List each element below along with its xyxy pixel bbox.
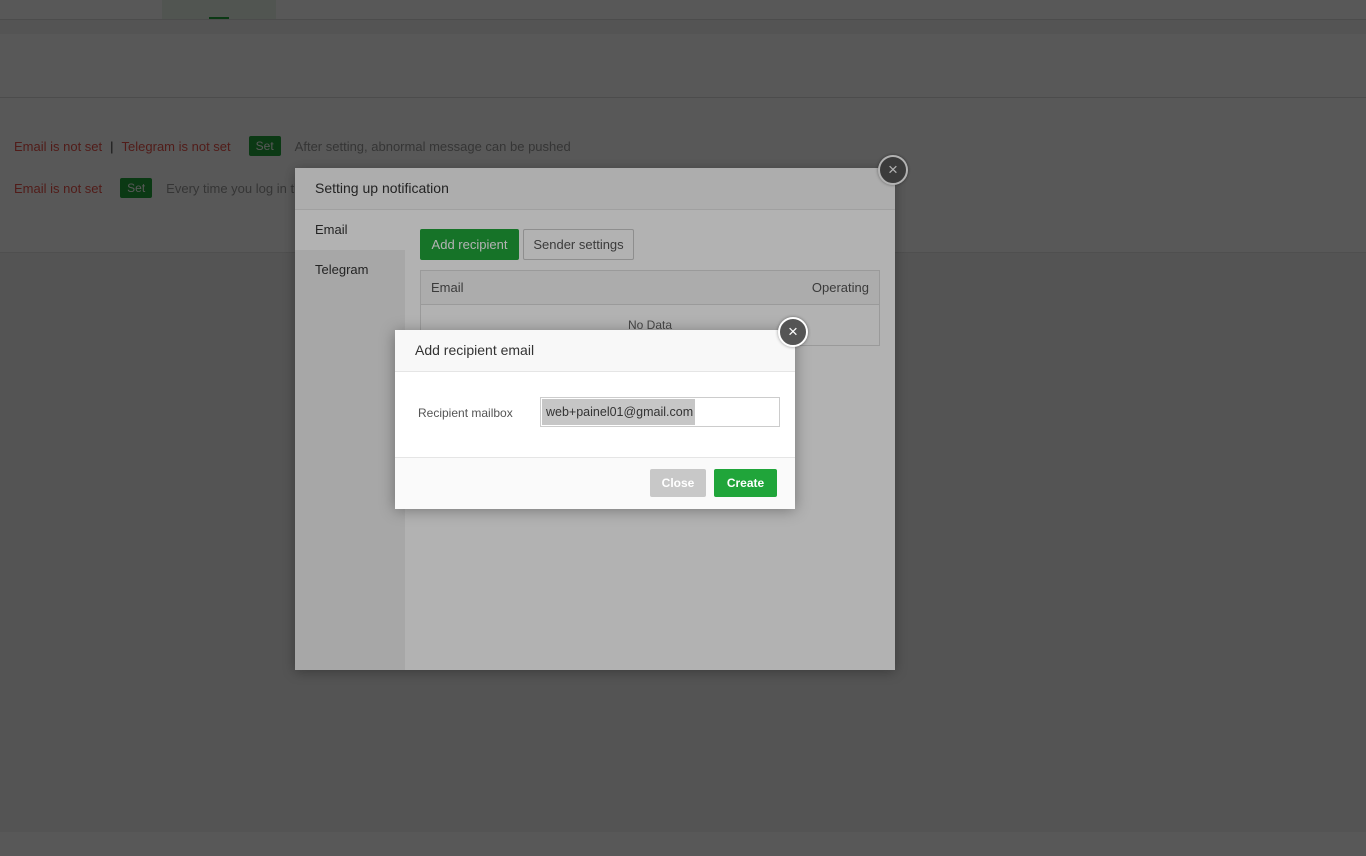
dialog-footer: Close Create [395, 457, 795, 509]
mailbox-input-value[interactable]: web+painel01@gmail.com [542, 399, 696, 425]
create-button[interactable]: Create [714, 469, 777, 497]
close-icon[interactable]: × [778, 317, 808, 347]
recipient-mailbox-input[interactable]: web+painel01@gmail.com [540, 397, 780, 427]
recipient-mailbox-label: Recipient mailbox [418, 406, 513, 420]
close-button[interactable]: Close [650, 469, 706, 497]
add-recipient-dialog: Add recipient email Recipient mailbox we… [395, 330, 795, 509]
dialog-title: Add recipient email [395, 330, 795, 372]
